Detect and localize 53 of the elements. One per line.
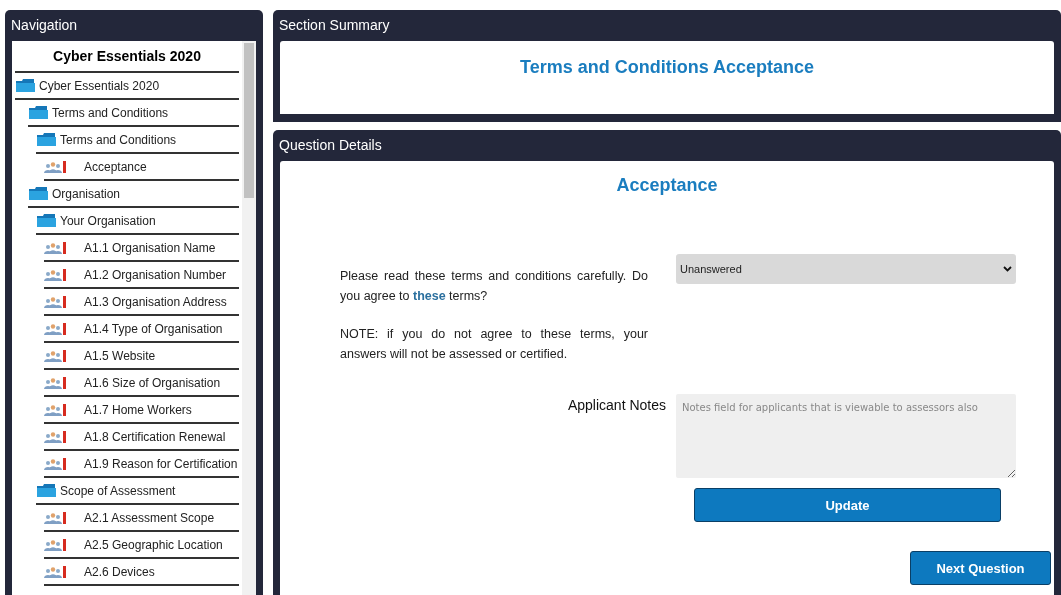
scrollbar[interactable] bbox=[242, 41, 256, 595]
panel-title: Question Details bbox=[279, 136, 383, 155]
folder-icon bbox=[36, 132, 57, 147]
panel-title: Navigation bbox=[11, 16, 79, 35]
folder-icon bbox=[36, 213, 57, 228]
update-button[interactable]: Update bbox=[694, 488, 1001, 522]
tree-item[interactable]: A1.2 Organisation Number bbox=[44, 262, 239, 289]
people-icon bbox=[44, 268, 66, 281]
next-question-button[interactable]: Next Question bbox=[910, 551, 1051, 585]
tree-item[interactable]: A1.8 Certification Renewal bbox=[44, 424, 239, 451]
question-text: Please read these terms and conditions carefully. Do you agree to these terms? bbox=[340, 268, 648, 305]
tree-item[interactable]: A1.1 Organisation Name bbox=[44, 235, 239, 262]
question-text: NOTE: if you do not agree to these terms, your answers will not be assessed or certified. bbox=[340, 326, 648, 363]
tree-item[interactable]: Acceptance bbox=[44, 154, 239, 181]
notes-field[interactable]: Notes field for applicants that is viewable to assessors also bbox=[676, 394, 1016, 478]
folder-icon bbox=[36, 483, 57, 498]
people-icon bbox=[44, 376, 66, 389]
tree-item[interactable]: A1.3 Organisation Address bbox=[44, 289, 239, 316]
tree-item[interactable]: Scope of Assessment bbox=[36, 478, 239, 505]
panel-title: Section Summary bbox=[279, 16, 391, 35]
tree-item[interactable]: A1.5 Website bbox=[44, 343, 239, 370]
people-icon bbox=[44, 403, 66, 416]
chevron-icon bbox=[1003, 266, 1012, 272]
people-icon bbox=[44, 322, 66, 335]
tree-title: Cyber Essentials 2020 bbox=[15, 41, 239, 73]
tree-item[interactable]: Terms and Conditions bbox=[28, 100, 239, 127]
tree-item[interactable]: A1.4 Type of Organisation bbox=[44, 316, 239, 343]
tree-item[interactable]: Your Organisation bbox=[36, 208, 239, 235]
folder-icon bbox=[15, 78, 36, 93]
people-icon bbox=[44, 295, 66, 308]
people-icon bbox=[44, 511, 66, 524]
people-icon bbox=[44, 241, 66, 254]
people-icon bbox=[44, 430, 66, 443]
notes-label: Applicant Notes bbox=[566, 396, 666, 415]
tree-item[interactable]: A1.6 Size of Organisation bbox=[44, 370, 239, 397]
tree-item[interactable]: A1.9 Reason for Certification bbox=[44, 451, 239, 478]
tree-item[interactable]: A2.5 Geographic Location bbox=[44, 532, 239, 559]
folder-icon bbox=[28, 105, 49, 120]
tree-item[interactable]: Cyber Essentials 2020 bbox=[15, 73, 239, 100]
tree-item[interactable]: A2.1 Assessment Scope bbox=[44, 505, 239, 532]
people-icon bbox=[44, 349, 66, 362]
answer-select[interactable]: Unanswered bbox=[676, 254, 1016, 284]
tree-item[interactable]: A1.7 Home Workers bbox=[44, 397, 239, 424]
tree-item[interactable]: Organisation bbox=[28, 181, 239, 208]
people-icon bbox=[44, 538, 66, 551]
folder-icon bbox=[28, 186, 49, 201]
section-heading: Terms and Conditions Acceptance bbox=[518, 56, 816, 79]
people-icon bbox=[44, 457, 66, 470]
tree-item[interactable]: A2.6 Devices bbox=[44, 559, 239, 586]
tree-item[interactable]: Terms and Conditions bbox=[36, 127, 239, 154]
people-icon bbox=[44, 565, 66, 578]
people-icon bbox=[44, 160, 66, 173]
question-heading: Acceptance bbox=[615, 174, 719, 196]
